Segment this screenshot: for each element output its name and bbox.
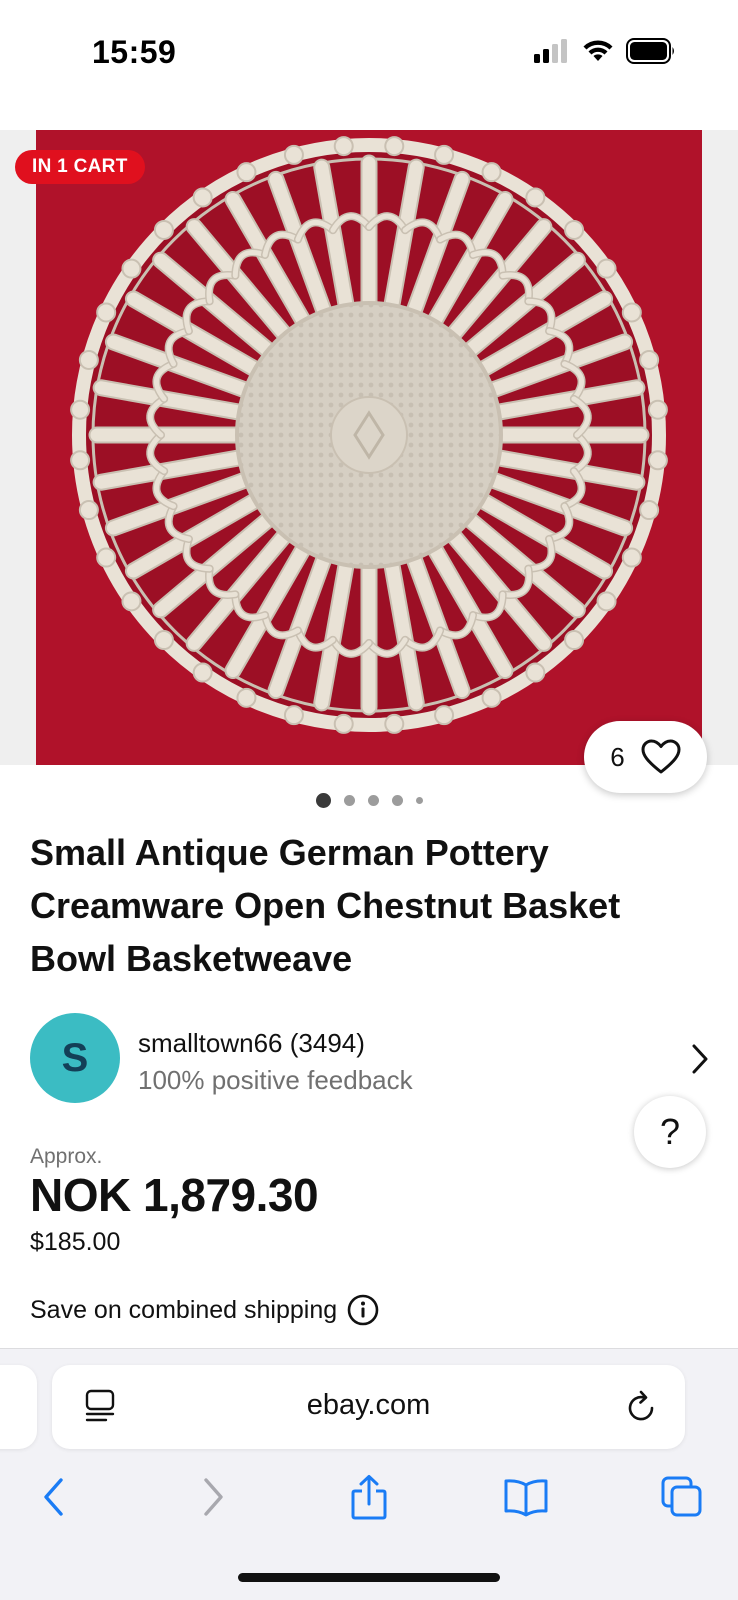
rim-bead bbox=[639, 500, 660, 521]
chevron-right-icon[interactable] bbox=[690, 1043, 710, 1075]
seller-avatar[interactable]: S bbox=[30, 1013, 120, 1103]
rim-bead bbox=[384, 136, 405, 157]
in-cart-badge: IN 1 CART bbox=[15, 150, 145, 184]
rim-bead bbox=[192, 662, 213, 683]
rim-bead bbox=[525, 662, 546, 683]
seller-feedback: 100% positive feedback bbox=[138, 1065, 413, 1095]
wifi-icon bbox=[583, 40, 613, 61]
browser-chrome: ebay.com bbox=[0, 1348, 738, 1600]
pagination-dot[interactable] bbox=[367, 795, 379, 806]
share-button[interactable] bbox=[339, 1467, 399, 1527]
address-bar[interactable]: ebay.com bbox=[52, 1365, 685, 1449]
back-icon bbox=[44, 1478, 63, 1516]
gallery-top-strip bbox=[0, 100, 738, 130]
share-icon bbox=[351, 1475, 387, 1520]
battery-icon bbox=[626, 38, 674, 64]
rim-bead bbox=[384, 713, 405, 734]
rim-bead bbox=[596, 258, 617, 279]
address-url[interactable]: ebay.com bbox=[52, 1389, 685, 1422]
combined-shipping-row[interactable]: Save on combined shipping bbox=[30, 1294, 379, 1326]
rim-bead bbox=[647, 450, 668, 471]
rim-bead bbox=[596, 591, 617, 612]
status-time: 15:59 bbox=[92, 34, 177, 70]
pagination-dot[interactable] bbox=[343, 795, 355, 806]
product-photo[interactable] bbox=[36, 130, 702, 765]
watch-count: 6 bbox=[610, 741, 625, 772]
heart-icon bbox=[641, 739, 681, 774]
price-usd: $185.00 bbox=[30, 1228, 121, 1256]
basket-bowl-image bbox=[36, 130, 702, 765]
rim-bead bbox=[192, 187, 213, 208]
rim-bead bbox=[78, 500, 99, 521]
rim-bead bbox=[78, 349, 99, 370]
rim-bead bbox=[283, 144, 304, 165]
rim-bead bbox=[481, 687, 502, 708]
rim-bead bbox=[434, 144, 455, 165]
image-pagination[interactable] bbox=[0, 793, 738, 808]
rim-bead bbox=[96, 302, 117, 323]
status-icons bbox=[534, 38, 676, 64]
home-indicator bbox=[238, 1573, 500, 1582]
help-button[interactable]: ? bbox=[634, 1096, 706, 1168]
back-button[interactable] bbox=[24, 1467, 84, 1527]
tabs-icon bbox=[661, 1476, 702, 1517]
pagination-dot-active[interactable] bbox=[315, 793, 331, 808]
rim-bead bbox=[564, 630, 585, 651]
bowl-medallion bbox=[330, 396, 408, 474]
browser-toolbar bbox=[0, 1467, 738, 1527]
image-gallery[interactable] bbox=[0, 100, 738, 765]
rim-bead bbox=[434, 705, 455, 726]
forward-icon bbox=[204, 1478, 223, 1516]
listing-title: Small Antique German Pottery Creamware O… bbox=[30, 832, 621, 979]
rim-bead bbox=[621, 547, 642, 568]
rim-bead bbox=[621, 302, 642, 323]
tabs-button[interactable] bbox=[652, 1467, 712, 1527]
forward-button[interactable] bbox=[183, 1467, 243, 1527]
rim-bead bbox=[639, 349, 660, 370]
rim-bead bbox=[236, 162, 257, 183]
bookmarks-icon bbox=[504, 1479, 548, 1517]
rim-bead bbox=[153, 630, 174, 651]
previous-tab-peek[interactable] bbox=[0, 1365, 37, 1449]
rim-bead bbox=[333, 136, 354, 157]
rim-bead bbox=[153, 219, 174, 240]
rim-bead bbox=[481, 162, 502, 183]
rim-bead bbox=[236, 687, 257, 708]
seller-name[interactable]: smalltown66 (3494) bbox=[138, 1028, 365, 1059]
reload-icon[interactable] bbox=[625, 1389, 659, 1425]
pagination-dot[interactable] bbox=[391, 795, 403, 806]
rim-bead bbox=[121, 258, 142, 279]
rim-bead bbox=[647, 399, 668, 420]
bookmarks-button[interactable] bbox=[496, 1467, 556, 1527]
approx-label: Approx. bbox=[30, 1145, 103, 1168]
pagination-dot[interactable] bbox=[415, 797, 423, 804]
rim-bead bbox=[283, 705, 304, 726]
rim-bead bbox=[70, 399, 91, 420]
info-icon[interactable] bbox=[347, 1294, 379, 1326]
seller-row[interactable]: S smalltown66 (3494) 100% positive feedb… bbox=[30, 1013, 710, 1103]
price-local: NOK 1,879.30 bbox=[30, 1169, 319, 1221]
rim-bead bbox=[96, 547, 117, 568]
cellular-signal-icon bbox=[534, 39, 567, 63]
watch-button[interactable]: 6 bbox=[584, 721, 707, 793]
rim-bead bbox=[333, 713, 354, 734]
rim-bead bbox=[70, 450, 91, 471]
rim-bead bbox=[121, 591, 142, 612]
status-bar: 15:59 bbox=[0, 0, 738, 100]
combined-shipping-text: Save on combined shipping bbox=[30, 1295, 338, 1324]
rim-bead bbox=[525, 187, 546, 208]
rim-bead bbox=[564, 219, 585, 240]
